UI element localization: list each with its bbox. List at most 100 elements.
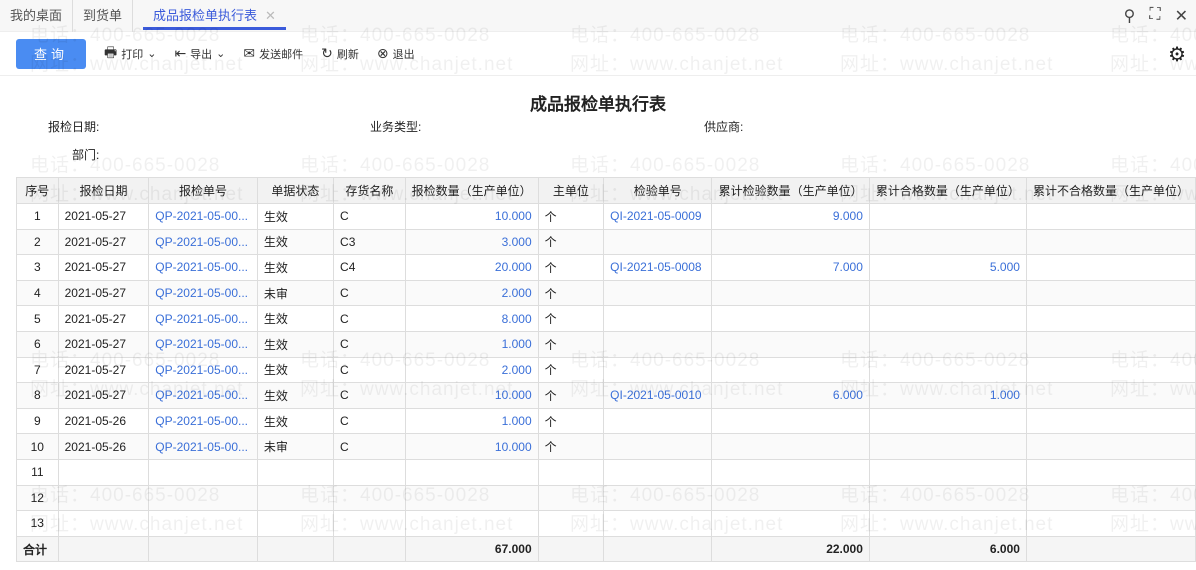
cell-5: 2.000 <box>404 279 539 307</box>
cell-7[interactable] <box>603 510 713 537</box>
cell-7[interactable] <box>603 305 713 332</box>
cell-4 <box>333 484 406 512</box>
cell-2[interactable]: QP-2021-05-00... <box>148 382 258 409</box>
cell-1: 2021-05-27 <box>57 228 150 256</box>
cell-1 <box>57 510 150 537</box>
column-header[interactable]: 序号 <box>16 177 59 204</box>
column-header[interactable]: 累计合格数量（生产单位） <box>868 177 1027 204</box>
cell-4: C <box>333 382 406 409</box>
print-button[interactable]: 🖶 打印 ⌄ <box>104 42 156 66</box>
tab-report[interactable]: 成品报检单执行表 ✕ <box>143 0 286 32</box>
cell-10 <box>1025 458 1196 486</box>
table-row[interactable]: 10 2021-05-26 QP-2021-05-00... 未审 C 10.000 个 <box>16 433 1196 460</box>
cell-1 <box>57 484 150 512</box>
table-row[interactable]: 2 2021-05-27 QP-2021-05-00... 生效 C3 3.000 个 <box>16 228 1196 256</box>
column-header[interactable]: 单据状态 <box>256 177 335 204</box>
cell-7[interactable] <box>603 330 713 358</box>
chevron-down-icon: ⌄ <box>216 48 226 60</box>
cell-7[interactable] <box>603 356 713 384</box>
search-icon[interactable]: ⚲ <box>1124 6 1136 26</box>
cell-8 <box>711 279 870 307</box>
column-header[interactable]: 报检单号 <box>148 177 258 204</box>
column-header[interactable]: 累计不合格数量（生产单位） <box>1025 177 1196 204</box>
table-row[interactable]: 9 2021-05-26 QP-2021-05-00... 生效 C 1.000 个 <box>16 407 1196 435</box>
cell-2[interactable] <box>148 510 258 537</box>
chevron-down-icon: ⌄ <box>147 48 157 60</box>
exit-button[interactable]: ⊗ 退出 <box>377 45 415 62</box>
tab-arrival[interactable]: 到货单 <box>73 0 134 32</box>
cell-1: 2021-05-27 <box>57 203 150 230</box>
cell-8: 7.000 <box>711 254 870 281</box>
cell-7[interactable] <box>603 458 713 486</box>
cell-2[interactable]: QP-2021-05-00... <box>148 407 258 435</box>
cell-1: 2021-05-27 <box>57 305 150 332</box>
cell-8 <box>711 433 870 460</box>
cell-7[interactable]: QI-2021-05-0010 <box>603 382 713 409</box>
export-button[interactable]: ⇤ 导出 ⌄ <box>174 45 225 62</box>
cell-2[interactable]: QP-2021-05-00... <box>148 228 258 256</box>
cell-7[interactable]: QI-2021-05-0009 <box>603 203 713 230</box>
cell-2[interactable] <box>148 458 258 486</box>
table-row[interactable]: 11 <box>16 458 1196 486</box>
cell-6 <box>537 484 605 512</box>
column-header[interactable]: 报检日期 <box>57 177 150 204</box>
column-header[interactable]: 累计检验数量（生产单位） <box>711 177 870 204</box>
table-row[interactable]: 3 2021-05-27 QP-2021-05-00... 生效 C4 20.000 个 QI… <box>16 254 1196 281</box>
total-inspected: 22.000 <box>711 535 870 563</box>
table-row[interactable]: 6 2021-05-27 QP-2021-05-00... 生效 C 1.000 个 <box>16 330 1196 358</box>
cell-2[interactable]: QP-2021-05-00... <box>148 279 258 307</box>
table-row[interactable]: 8 2021-05-27 QP-2021-05-00... 生效 C 10.000 个 QI-… <box>16 382 1196 409</box>
cell-1: 2021-05-27 <box>57 356 150 384</box>
column-header[interactable]: 存货名称 <box>333 177 406 204</box>
refresh-button[interactable]: ↻ 刷新 <box>321 45 359 62</box>
table-row[interactable]: 12 <box>16 484 1196 512</box>
cell-7[interactable]: QI-2021-05-0008 <box>603 254 713 281</box>
total-label: 合计 <box>16 535 59 563</box>
cell-2[interactable] <box>148 484 258 512</box>
watermark-phone: 电话：400-665-0028 <box>840 155 1031 176</box>
cell-7[interactable] <box>603 433 713 460</box>
column-header[interactable]: 检验单号 <box>603 177 713 204</box>
exit-label: 退出 <box>392 48 415 61</box>
cell-6: 个 <box>537 254 605 281</box>
query-button[interactable]: 查询 <box>16 38 86 69</box>
printer-icon: 🖶 <box>104 43 118 60</box>
cell-2[interactable]: QP-2021-05-00... <box>148 203 258 230</box>
table-row[interactable]: 1 2021-05-27 QP-2021-05-00... 生效 C 10.000 个 QI-… <box>16 203 1196 230</box>
cell-5: 1.000 <box>404 330 539 358</box>
cell-2[interactable]: QP-2021-05-00... <box>148 330 258 358</box>
cell-7[interactable] <box>603 228 713 256</box>
cell-7[interactable] <box>603 484 713 512</box>
close-icon[interactable]: ✕ <box>265 8 276 23</box>
cell-10 <box>1025 203 1196 230</box>
watermark-phone: 电话：400-665-0028 <box>1110 155 1196 176</box>
cell-1: 2021-05-26 <box>57 433 150 460</box>
fullscreen-icon[interactable]: ⛶ <box>1149 6 1160 26</box>
cell-7[interactable] <box>603 279 713 307</box>
table-row[interactable]: 13 <box>16 510 1196 537</box>
cell-1: 2021-05-26 <box>57 407 150 435</box>
refresh-label: 刷新 <box>336 48 359 61</box>
cell-2[interactable]: QP-2021-05-00... <box>148 254 258 281</box>
tab-desktop[interactable]: 我的桌面 <box>0 0 74 32</box>
watermark-phone: 电话：400-665-0028 <box>300 155 491 176</box>
email-button[interactable]: ✉ 发送邮件 <box>243 45 303 62</box>
close-window-icon[interactable]: ✕ <box>1175 6 1188 26</box>
table-row[interactable]: 7 2021-05-27 QP-2021-05-00... 生效 C 2.000 个 <box>16 356 1196 384</box>
cell-2[interactable]: QP-2021-05-00... <box>148 305 258 332</box>
cell-8 <box>711 228 870 256</box>
cell-2[interactable]: QP-2021-05-00... <box>148 356 258 384</box>
cell-5: 8.000 <box>404 305 539 332</box>
watermark-phone: 电话：400-665-0028 <box>570 155 761 176</box>
table-row[interactable]: 4 2021-05-27 QP-2021-05-00... 未审 C 2.000 个 <box>16 279 1196 307</box>
cell-6: 个 <box>537 407 605 435</box>
report-title: 成品报检单执行表 <box>530 95 666 114</box>
column-header[interactable]: 报检数量（生产单位） <box>404 177 539 204</box>
cell-8 <box>711 510 870 537</box>
cell-2[interactable]: QP-2021-05-00... <box>148 433 258 460</box>
column-header[interactable]: 主单位 <box>537 177 605 204</box>
cell-5 <box>404 458 539 486</box>
cell-7[interactable] <box>603 407 713 435</box>
table-row[interactable]: 5 2021-05-27 QP-2021-05-00... 生效 C 8.000 个 <box>16 305 1196 332</box>
gear-icon[interactable]: ⚙ <box>1168 42 1186 67</box>
